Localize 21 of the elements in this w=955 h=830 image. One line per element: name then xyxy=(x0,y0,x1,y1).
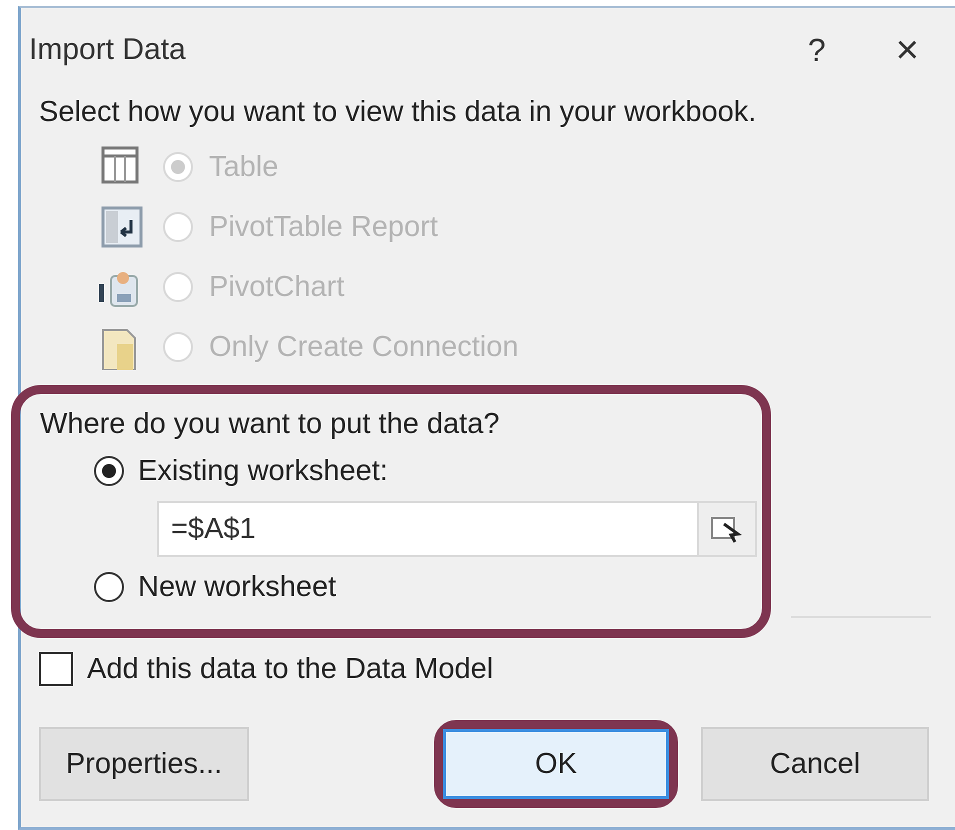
option-label: PivotChart xyxy=(209,270,344,304)
range-picker-icon[interactable] xyxy=(710,514,744,544)
location-prompt: Where do you want to put the data? xyxy=(40,408,500,441)
window-title: Import Data xyxy=(29,33,186,67)
dialog-button[interactable]: OK xyxy=(443,729,669,799)
checkbox[interactable] xyxy=(39,652,73,686)
radio-button[interactable] xyxy=(94,572,124,602)
checkbox-label: Add this data to the Data Model xyxy=(87,652,494,686)
close-button[interactable]: × xyxy=(896,28,919,72)
option-label: Existing worksheet: xyxy=(138,454,388,488)
option-label: Table xyxy=(209,150,278,184)
option-label: PivotTable Report xyxy=(209,210,438,244)
dialog-button[interactable]: Cancel xyxy=(701,727,929,801)
dialog-button[interactable]: Properties... xyxy=(39,727,249,801)
help-button[interactable]: ? xyxy=(808,32,826,68)
option-label: New worksheet xyxy=(138,570,336,604)
range-picker-button[interactable] xyxy=(697,501,757,557)
cell-reference-field[interactable]: =$A$1 xyxy=(157,501,697,557)
view-prompt: Select how you want to view this data in your workbook. xyxy=(39,96,758,129)
option-label: Only Create Connection xyxy=(209,330,518,364)
radio-button[interactable] xyxy=(94,456,124,486)
